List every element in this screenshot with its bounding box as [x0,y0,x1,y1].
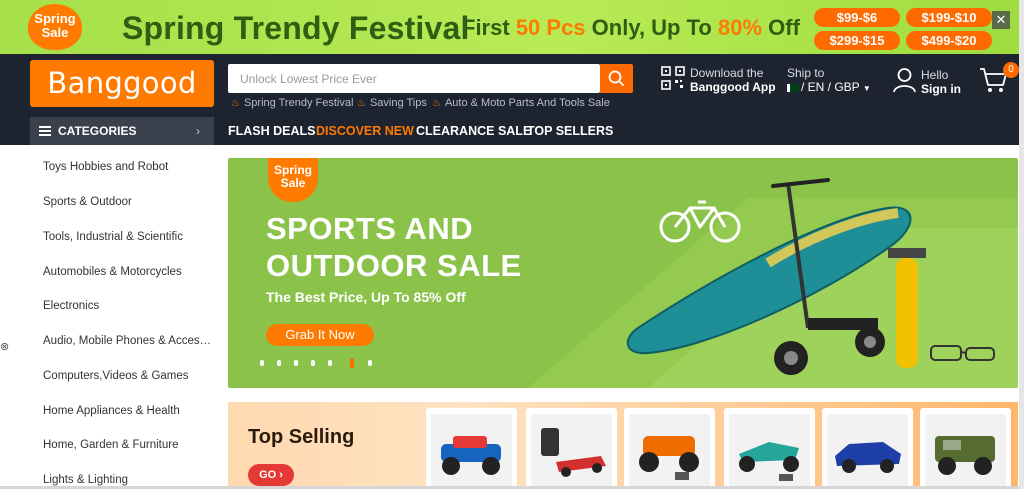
carousel-dot-4[interactable] [311,360,315,366]
hero-subline: The Best Price, Up To 85% Off [266,289,466,305]
bicycle-icon [659,200,741,243]
sidebar-item-electronics[interactable]: Electronics [43,300,215,312]
carousel-dot-2[interactable] [277,360,281,366]
carousel-dot-5[interactable] [328,360,332,366]
categories-label: CATEGORIES [58,124,137,138]
download-app-link[interactable]: Download the Banggood App [690,66,776,94]
promo-sub-middle: Only, Up To [591,15,712,40]
coupon-2[interactable]: $199-$10 [906,8,992,27]
close-circle-icon[interactable]: ⊗ [0,341,12,353]
product-card-rc-buggy-teal[interactable] [724,408,815,489]
hero-headline: SPORTS AND OUTDOOR SALE [266,210,522,284]
product-image [531,414,612,489]
flame-icon: ♨ [231,98,240,109]
promo-subtitle: First 50 Pcs Only, Up To 80% Off [462,15,800,41]
grab-it-now-button[interactable]: Grab It Now [266,324,374,346]
spring-sale-sticker: Spring Sale [28,4,82,50]
app-line1: Download the [690,66,764,80]
sidebar-item-home-garden[interactable]: Home, Garden & Furniture [43,439,215,451]
product-image [431,414,512,489]
product-image [729,414,810,489]
hero-banner[interactable]: Spring Sale SPORTS AND OUTDOOR SALE The … [228,158,1018,388]
page: Spring Sale Spring Trendy Festival First… [0,0,1024,489]
ship-line2: / EN / GBP [801,80,860,94]
category-sidebar: Toys Hobbies and Robot Sports & Outdoor … [30,145,215,489]
search-button[interactable] [600,64,633,93]
sidebar-item-tools[interactable]: Tools, Industrial & Scientific [43,231,215,243]
carousel-dot-7[interactable] [368,360,372,366]
product-image [827,414,908,489]
product-card-rc-car-blue[interactable] [822,408,913,489]
flag-icon [787,83,799,92]
coupon-3[interactable]: $299-$15 [814,31,900,50]
sign-in-link[interactable]: Hello Sign in [921,68,961,96]
sticker-line2: Sale [41,25,69,40]
site-header: Banggood ♨Spring Trendy Festival ♨Saving… [0,54,1020,117]
user-icon[interactable] [892,67,917,93]
hot-tag-label: Spring Trendy Festival [243,97,354,109]
coupon-4[interactable]: $499-$20 [906,31,992,50]
sticker-line2: Sale [280,176,306,190]
menu-icon-mid [39,130,51,132]
hello-label: Hello [921,68,949,82]
flame-icon: ♨ [357,98,366,109]
sidebar-item-lights[interactable]: Lights & Lighting [43,474,215,486]
hero-headline-line1: SPORTS AND [266,211,474,246]
banggood-logo[interactable]: Banggood [30,60,214,107]
carousel-dot-1[interactable] [260,360,264,366]
ship-line1: Ship to [787,66,825,80]
top-selling-section: Top Selling GO › [228,402,1018,489]
sidebar-item-computers[interactable]: Computers,Videos & Games [43,370,215,382]
promo-title: Spring Trendy Festival [122,10,470,46]
main-nav: CATEGORIES › FLASH DEALS DISCOVER NEW CL… [0,117,1020,145]
app-line2: Banggood App [690,80,776,94]
sidebar-item-audio-phones[interactable]: Audio, Mobile Phones & Accessories [43,335,215,347]
cart-count-badge: 0 [1003,62,1019,78]
product-image [925,414,1006,489]
hero-headline-line2: OUTDOOR SALE [266,248,522,283]
sidebar-item-automobiles[interactable]: Automobiles & Motorcycles [43,266,215,278]
chevron-right-icon: › [196,124,200,138]
ship-to-selector[interactable]: Ship to / EN / GBP ▼ [787,66,871,96]
vertical-scrollbar[interactable] [1019,0,1024,489]
sticker-line1: Spring [34,11,76,26]
chevron-down-icon: ▼ [862,84,871,93]
search-icon [608,70,624,86]
hot-tag-label: Saving Tips [369,97,427,109]
go-button[interactable]: GO › [248,464,294,486]
promo-banner[interactable]: Spring Sale Spring Trendy Festival First… [0,0,1020,54]
nav-top-sellers[interactable]: TOP SELLERS [527,124,613,138]
hot-tag-label: Auto & Moto Parts And Tools Sale [444,97,610,109]
sidebar-item-toys[interactable]: Toys Hobbies and Robot [43,161,215,173]
carousel-dot-3[interactable] [294,360,298,366]
nav-discover-new[interactable]: DISCOVER NEW [316,124,414,138]
spring-sale-sticker: Spring Sale [268,158,318,202]
product-image [629,414,710,489]
hot-tag-1[interactable]: ♨ Spring Trendy Festival [231,97,353,109]
promo-sub-highlight2: 80% [717,15,763,40]
nav-flash-deals[interactable]: FLASH DEALS [228,124,316,138]
product-card-rc-car-red[interactable] [526,408,617,489]
hot-tag-3[interactable]: ♨ Auto & Moto Parts And Tools Sale [432,97,610,109]
categories-button[interactable]: CATEGORIES › [30,117,214,145]
search-input[interactable] [228,64,588,93]
sign-in-label: Sign in [921,82,961,96]
coupon-1[interactable]: $99-$6 [814,8,900,27]
flame-icon: ♨ [432,98,441,109]
product-card-rc-jeep-green[interactable] [920,408,1011,489]
search-box [228,64,600,93]
product-card-rc-truck-blue[interactable] [426,408,517,489]
product-card-rc-truck-orange[interactable] [624,408,715,489]
carousel-dot-6-active[interactable] [350,358,354,368]
promo-sub-prefix: First [462,15,510,40]
qr-code-icon [661,66,685,90]
sidebar-item-sports[interactable]: Sports & Outdoor [43,196,215,208]
hot-tag-2[interactable]: ♨ Saving Tips [357,97,427,109]
sidebar-item-home-appliances[interactable]: Home Appliances & Health [43,405,215,417]
close-icon[interactable]: ✕ [992,11,1010,29]
nav-clearance-sale[interactable]: CLEARANCE SALE [416,124,531,138]
top-selling-title: Top Selling [248,426,355,448]
promo-sub-highlight1: 50 Pcs [515,15,586,40]
promo-sub-suffix: Off [768,15,800,40]
